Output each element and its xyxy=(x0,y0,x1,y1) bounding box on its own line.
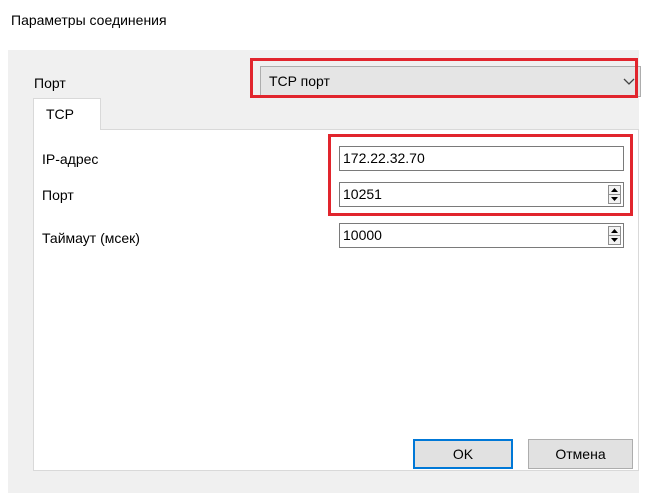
tab-tcp-label: TCP xyxy=(46,106,74,122)
port-stepper[interactable]: 10251 xyxy=(339,182,624,207)
dialog-body: Порт TCP порт TCP IP-адрес 172.22.32.70 … xyxy=(8,50,641,493)
tcp-tab-panel xyxy=(33,129,639,471)
port-field-label: Порт xyxy=(42,187,74,203)
ip-field-value: 172.22.32.70 xyxy=(343,150,425,166)
ok-button[interactable]: OK xyxy=(413,439,513,469)
spin-up-icon[interactable] xyxy=(609,186,620,195)
cancel-button[interactable]: Отмена xyxy=(528,439,633,469)
chevron-down-icon[interactable] xyxy=(622,75,636,89)
timeout-label: Таймаут (мсек) xyxy=(42,230,140,246)
ip-field[interactable]: 172.22.32.70 xyxy=(339,146,624,171)
spin-down-icon[interactable] xyxy=(609,195,620,203)
spin-arrows-icon[interactable] xyxy=(608,226,621,245)
dialog-title: Параметры соединения xyxy=(11,12,167,28)
port-select-value: TCP порт xyxy=(269,73,330,89)
tab-tcp[interactable]: TCP xyxy=(33,98,101,130)
port-label: Порт xyxy=(34,75,66,91)
spin-arrows-icon[interactable] xyxy=(608,185,621,204)
port-select[interactable]: TCP порт xyxy=(260,66,641,97)
ip-label: IP-адрес xyxy=(42,151,99,167)
spin-down-icon[interactable] xyxy=(609,236,620,244)
timeout-stepper[interactable]: 10000 xyxy=(339,223,624,248)
port-stepper-value: 10251 xyxy=(343,186,382,202)
spin-up-icon[interactable] xyxy=(609,227,620,236)
timeout-stepper-value: 10000 xyxy=(343,227,382,243)
